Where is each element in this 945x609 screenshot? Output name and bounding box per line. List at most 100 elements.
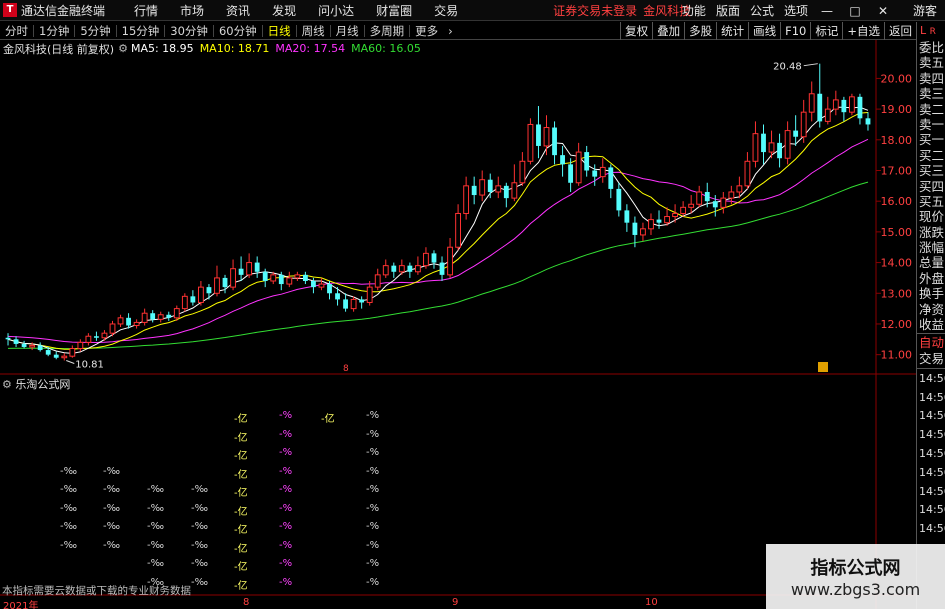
trade-time: 14:56 bbox=[919, 390, 945, 404]
quote-label: 卖一 bbox=[919, 116, 945, 132]
candle-body bbox=[857, 96, 863, 119]
indicator-value: -‰ bbox=[147, 539, 165, 551]
indicator-value: -‰ bbox=[147, 558, 165, 569]
gear-icon[interactable]: ⚙ bbox=[2, 378, 12, 391]
menu-item-layout[interactable]: 版面 bbox=[716, 2, 740, 19]
candle-body bbox=[640, 228, 646, 236]
tab-intraday[interactable]: 分时 bbox=[0, 23, 33, 39]
candle-body bbox=[294, 274, 301, 279]
quote-label: 换手 bbox=[919, 286, 945, 302]
multi-stock-button[interactable]: 多股 bbox=[684, 22, 716, 40]
chevron-right-icon[interactable]: › bbox=[443, 24, 458, 38]
candle-body bbox=[311, 280, 316, 288]
menu-item-trade[interactable]: 交易 bbox=[434, 2, 458, 19]
tab-1min[interactable]: 1分钟 bbox=[34, 23, 74, 39]
candle-body bbox=[270, 274, 277, 282]
trade-time: 14:56 bbox=[919, 428, 945, 442]
candle-body bbox=[575, 151, 582, 184]
indicator-value: -‰ bbox=[103, 465, 121, 477]
candle-body bbox=[350, 298, 357, 310]
event-marker: 8 bbox=[343, 364, 349, 374]
overlay-button[interactable]: 叠加 bbox=[652, 22, 684, 40]
statistics-button[interactable]: 统计 bbox=[716, 22, 748, 40]
tab-monthly[interactable]: 月线 bbox=[331, 23, 364, 39]
y-tick-label: 14.00 bbox=[881, 257, 913, 270]
candle-body bbox=[126, 317, 131, 326]
tab-multi-period[interactable]: 多周期 bbox=[365, 23, 410, 39]
candle-body bbox=[398, 265, 405, 273]
candle-body bbox=[728, 191, 735, 199]
quote-label: 买四 bbox=[919, 178, 945, 194]
candle-body bbox=[536, 124, 541, 146]
candle-body bbox=[865, 118, 871, 125]
quote-labels: 委比 卖五 卖四 卖三 卖二 卖一 买一 买二 买三 买四 买五 现价 涨跌 涨幅 总量 外盘 换手 净资 收益 bbox=[917, 40, 945, 332]
minimize-icon[interactable]: — bbox=[818, 4, 836, 18]
quote-label: 外盘 bbox=[919, 270, 945, 286]
menu-item-formula[interactable]: 公式 bbox=[750, 2, 774, 19]
guest-user[interactable]: 游客 bbox=[913, 2, 937, 19]
candle-body bbox=[487, 179, 493, 192]
menu-item-wealth[interactable]: 财富圈 bbox=[376, 2, 412, 19]
gear-icon[interactable]: ⚙ bbox=[118, 42, 128, 55]
tab-30min[interactable]: 30分钟 bbox=[165, 23, 213, 39]
indicator-value: -亿 bbox=[234, 432, 248, 444]
kline-chart[interactable]: 11.00 12.00 13.00 14.00 15.00 16.00 17.00 18.00… bbox=[0, 40, 916, 609]
auto-label[interactable]: 自动 bbox=[917, 335, 945, 351]
candle-body bbox=[841, 99, 847, 113]
indicator-value: -‰ bbox=[103, 484, 121, 495]
quote-panel-header: L R bbox=[920, 24, 936, 37]
candle-body bbox=[560, 155, 565, 165]
candle-body bbox=[45, 350, 51, 355]
adjust-button[interactable]: 复权 bbox=[620, 22, 652, 40]
tab-daily[interactable]: 日线 bbox=[263, 23, 296, 39]
menu-item-quotes[interactable]: 行情 bbox=[134, 2, 158, 19]
candle-body bbox=[768, 142, 775, 153]
toolbar: 复权 叠加 多股 统计 画线 F10 标记 +自选 返回 bbox=[620, 22, 916, 40]
candle-body bbox=[519, 160, 526, 184]
add-watchlist-button[interactable]: +自选 bbox=[842, 22, 884, 40]
tab-more[interactable]: 更多 bbox=[410, 23, 443, 39]
candle-body bbox=[752, 133, 759, 162]
candle-body bbox=[335, 293, 340, 300]
chart-legend: 金风科技(日线 前复权) ⚙ MA5: 18.95 MA10: 18.71 MA… bbox=[3, 42, 427, 56]
mark-button[interactable]: 标记 bbox=[810, 22, 842, 40]
menu-item-function[interactable]: 功能 bbox=[682, 2, 706, 19]
trade-login-notice[interactable]: 证券交易未登录 bbox=[553, 2, 637, 19]
f10-button[interactable]: F10 bbox=[780, 22, 810, 40]
close-icon[interactable]: ✕ bbox=[874, 4, 892, 18]
indicator-value: -亿 bbox=[234, 469, 248, 481]
draw-line-button[interactable]: 画线 bbox=[748, 22, 780, 40]
indicator-value: -亿 bbox=[234, 580, 248, 592]
maximize-icon[interactable]: □ bbox=[846, 4, 864, 18]
candle-body bbox=[479, 179, 486, 196]
candle-body bbox=[141, 312, 148, 323]
candle-body bbox=[784, 130, 791, 159]
menu-item-options[interactable]: 选项 bbox=[784, 2, 808, 19]
quote-label: 卖二 bbox=[919, 101, 945, 117]
indicator-value: -% bbox=[366, 539, 380, 551]
back-button[interactable]: 返回 bbox=[884, 22, 916, 40]
tab-5min[interactable]: 5分钟 bbox=[75, 23, 115, 39]
candle-body bbox=[5, 337, 11, 340]
menu-item-market[interactable]: 市场 bbox=[180, 2, 204, 19]
quote-label: 总量 bbox=[919, 255, 945, 271]
tab-60min[interactable]: 60分钟 bbox=[214, 23, 262, 39]
x-axis-label-oct: 10 bbox=[645, 597, 658, 608]
menu-item-ask[interactable]: 问小达 bbox=[318, 2, 354, 19]
indicator-value: -亿 bbox=[321, 414, 335, 425]
menu-item-discover[interactable]: 发现 bbox=[272, 2, 296, 19]
indicator-value: -‰ bbox=[147, 521, 165, 532]
tab-15min[interactable]: 15分钟 bbox=[117, 23, 165, 39]
trade-time: 14:56 bbox=[919, 371, 945, 385]
candle-body bbox=[495, 185, 502, 193]
menu-item-news[interactable]: 资讯 bbox=[226, 2, 250, 19]
candle-body bbox=[543, 127, 550, 147]
candle-body bbox=[656, 219, 662, 223]
indicator-value: -% bbox=[366, 558, 380, 569]
tab-weekly[interactable]: 周线 bbox=[297, 23, 330, 39]
indicator-note: 本指标需要云数据或下载的专业财务数据 bbox=[2, 585, 191, 597]
indicator-value: -‰ bbox=[103, 521, 121, 532]
low-pointer bbox=[66, 360, 75, 364]
candle-body bbox=[704, 191, 710, 202]
indicator-value: -‰ bbox=[191, 502, 209, 514]
